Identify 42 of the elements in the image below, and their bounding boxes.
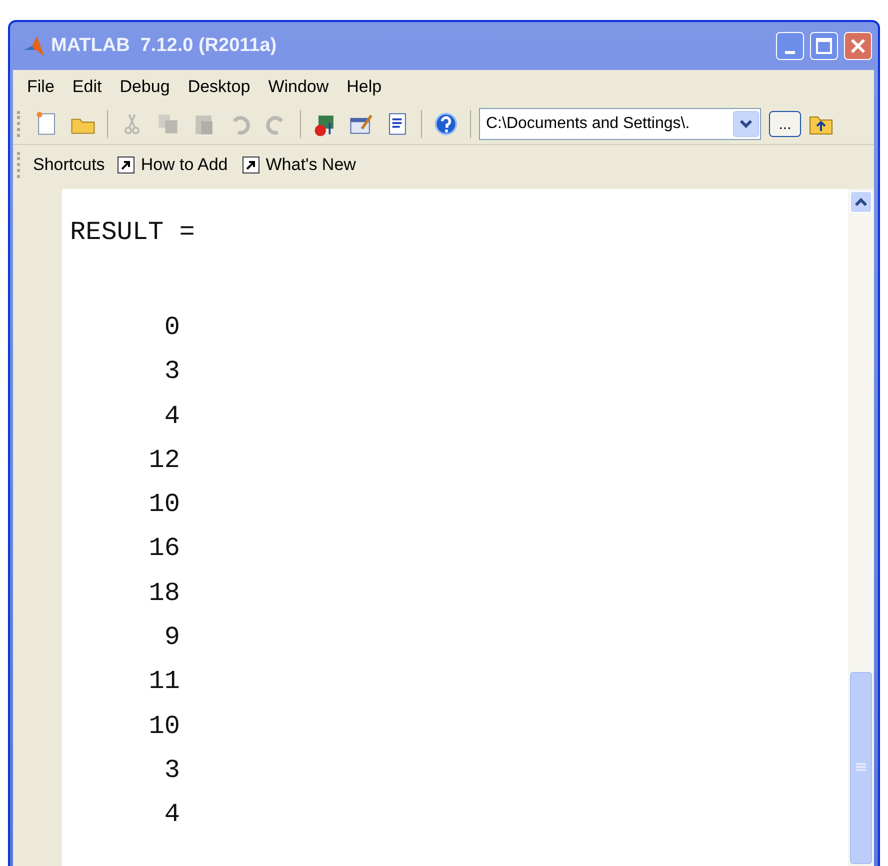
result-value: 9 [164, 622, 180, 652]
menu-item[interactable]: Desktop [180, 75, 258, 99]
result-value: 10 [148, 710, 180, 741]
maximize-button[interactable] [810, 32, 838, 60]
result-value: 4 [164, 799, 180, 830]
chevron-up-icon [854, 197, 868, 207]
current-folder-field[interactable]: C:\Documents and Settings\. [479, 108, 761, 140]
shortcut-icon [116, 156, 135, 174]
scroll-thumb[interactable] [850, 672, 872, 864]
minimize-icon [785, 50, 795, 54]
menu-item[interactable]: Help [338, 75, 390, 99]
menu-item[interactable]: File [19, 75, 62, 99]
result-value: 12 [148, 444, 180, 475]
grip-icon [856, 763, 866, 773]
result-value: 0 [164, 312, 180, 342]
result-value: 11 [148, 666, 180, 696]
chevron-down-icon [739, 119, 753, 129]
close-icon [850, 38, 866, 54]
shortcut-link[interactable]: What's New [242, 155, 364, 175]
browse-button[interactable]: ... [769, 111, 801, 137]
shortcut-link[interactable]: How to Add [116, 155, 236, 175]
scroll-up-button[interactable] [850, 191, 872, 213]
dropdown-button[interactable] [733, 111, 759, 137]
close-button[interactable] [844, 32, 872, 60]
menu-item[interactable]: Edit [64, 75, 110, 99]
menu-item[interactable]: Debug [112, 75, 178, 99]
result-value: 3 [164, 754, 180, 785]
result-value: 4 [164, 400, 180, 431]
help-icon [432, 110, 460, 138]
minimize-button[interactable] [776, 32, 804, 60]
shortcut-icon [242, 156, 260, 174]
shortcuts-label: Shortcuts [33, 155, 105, 175]
result-value: 3 [164, 356, 180, 386]
result-value: 18 [148, 578, 180, 608]
variable-name: RESULT = [70, 217, 195, 247]
window-title: MATLAB 7.12.0 (R2011a) [51, 35, 278, 57]
menu-item[interactable]: Window [260, 75, 337, 99]
vertical-scrollbar[interactable] [848, 189, 874, 866]
result-value: 16 [148, 533, 180, 564]
result-value: 10 [148, 489, 180, 520]
maximize-icon [816, 38, 832, 54]
matlab-logo-icon [23, 35, 45, 57]
